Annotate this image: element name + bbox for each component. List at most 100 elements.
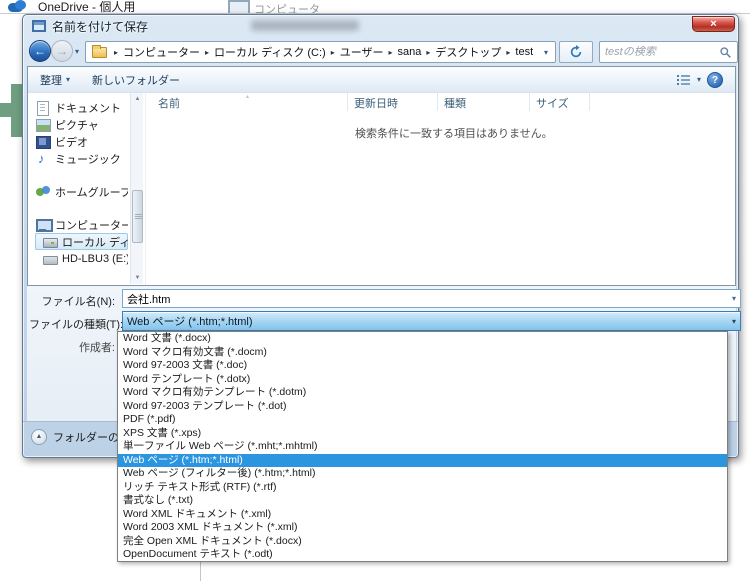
close-button[interactable]: ×	[692, 16, 735, 32]
dropdown-option[interactable]: Word テンプレート (*.dotx)	[118, 373, 727, 387]
new-folder-button[interactable]: 新しいフォルダー	[92, 72, 180, 88]
document-icon	[35, 101, 50, 115]
dropdown-option[interactable]: 完全 Open XML ドキュメント (*.docx)	[118, 535, 727, 549]
scroll-up-icon[interactable]: ▲	[131, 93, 144, 105]
file-type-combo[interactable]: Web ページ (*.htm;*.html) ▾	[122, 311, 741, 331]
pictures-icon	[35, 118, 50, 132]
sidebar-item[interactable]: ドキュメント	[28, 99, 128, 116]
background-onedrive-item: OneDrive - 個人用	[6, 0, 135, 13]
disk-icon	[42, 235, 57, 249]
sidebar-item[interactable]: ピクチャ	[28, 116, 128, 133]
help-icon[interactable]: ?	[707, 72, 723, 88]
browser-panel: 整理 ▾ 新しいフォルダー ▾ ? ドキュメント ピクチャ	[27, 66, 736, 286]
dialog-titlebar[interactable]: 名前を付けて保存	[23, 15, 738, 37]
view-mode-icon[interactable]	[677, 74, 691, 85]
breadcrumb-item[interactable]: ▸ コンピューター	[109, 44, 200, 60]
breadcrumb-item[interactable]: ▸ デスクトップ	[421, 44, 501, 60]
dropdown-option[interactable]: XPS 文書 (*.xps)	[118, 427, 727, 441]
breadcrumb-item[interactable]: ▸ sana	[384, 46, 422, 58]
column-header-row: 名前 更新日時 種類 サイズ	[146, 93, 735, 111]
folder-icon	[92, 47, 107, 58]
column-header[interactable]: 種類	[438, 93, 530, 111]
sidebar-item[interactable]: ホームグループ	[28, 183, 128, 200]
sidebar-item[interactable]: コンピューター	[28, 216, 128, 233]
file-list: 名前 更新日時 種類 サイズ ▴ 検索条件に一致する項目はありません。	[145, 93, 735, 285]
sidebar-item[interactable]: HD-LBU3 (E:)	[35, 250, 128, 267]
breadcrumb-item[interactable]: ▸ ローカル ディスク (C:)	[200, 44, 326, 60]
dropdown-option[interactable]: Word XML ドキュメント (*.xml)	[118, 508, 727, 522]
breadcrumb: ▸ コンピューター ▸ ローカル ディスク (C:) ▸ ユーザー ▸ sana	[109, 44, 533, 60]
computer-icon	[35, 218, 50, 232]
collapse-arrow-icon: ▲	[31, 429, 47, 445]
view-mode-caret-icon[interactable]: ▾	[697, 75, 701, 84]
refresh-button[interactable]	[559, 41, 593, 63]
file-name-input[interactable]	[123, 293, 728, 305]
video-icon	[35, 135, 50, 149]
dropdown-option[interactable]: Word マクロ有効テンプレート (*.dotm)	[118, 386, 727, 400]
file-name-field[interactable]: ▾	[122, 289, 741, 308]
breadcrumb-separator-icon: ▸	[426, 48, 430, 57]
dropdown-option[interactable]: Word 97-2003 文書 (*.doc)	[118, 359, 727, 373]
search-icon	[719, 46, 732, 59]
onedrive-cloud-icon	[6, 1, 30, 12]
dropdown-option[interactable]: 書式なし (*.txt)	[118, 494, 727, 508]
sidebar-item[interactable]: ミュージック	[28, 150, 128, 167]
screen: OneDrive - 個人用 コンピュータ 名前を付けて保存 × ← → ▾ ▸	[0, 0, 750, 581]
dialog-title: 名前を付けて保存	[52, 18, 148, 35]
back-button[interactable]: ←	[29, 40, 51, 62]
dropdown-option[interactable]: OpenDocument テキスト (*.odt)	[118, 548, 727, 562]
organize-button[interactable]: 整理 ▾	[40, 72, 70, 88]
drive-icon	[42, 252, 57, 266]
dropdown-option[interactable]: Word 文書 (*.docx)	[118, 332, 727, 346]
column-header[interactable]: 更新日時	[348, 93, 438, 111]
file-name-label: ファイル名(N):	[29, 293, 115, 309]
address-bar[interactable]: ▸ コンピューター ▸ ローカル ディスク (C:) ▸ ユーザー ▸ sana	[85, 41, 556, 63]
command-toolbar: 整理 ▾ 新しいフォルダー ▾ ?	[28, 67, 735, 93]
scroll-down-icon[interactable]: ▼	[131, 272, 144, 284]
forward-button[interactable]: →	[51, 40, 73, 62]
file-type-value: Web ページ (*.htm;*.html)	[123, 313, 253, 329]
dropdown-option[interactable]: リッチ テキスト形式 (RTF) (*.rtf)	[118, 481, 727, 495]
breadcrumb-separator-icon: ▸	[114, 48, 118, 57]
search-box[interactable]	[599, 41, 738, 63]
author-label: 作成者:	[29, 339, 115, 355]
breadcrumb-item[interactable]: ▸ test	[501, 46, 533, 58]
refresh-icon	[569, 45, 583, 59]
breadcrumb-separator-icon: ▸	[389, 48, 393, 57]
file-name-caret-icon[interactable]: ▾	[728, 294, 740, 303]
sidebar-item[interactable]: ビデオ	[28, 133, 128, 150]
breadcrumb-separator-icon: ▸	[205, 48, 209, 57]
sidebar-scrollbar[interactable]: ▲ ▼	[130, 93, 143, 284]
sort-indicator-icon: ▴	[246, 93, 249, 100]
empty-folder-message: 検索条件に一致する項目はありません。	[355, 125, 553, 141]
background-computer-item: コンピュータ	[228, 0, 320, 13]
dropdown-option[interactable]: Web ページ (フィルター後) (*.htm;*.html)	[118, 467, 727, 481]
organize-caret-icon: ▾	[66, 75, 70, 84]
background-computer-label: コンピュータ	[254, 0, 320, 13]
file-type-label: ファイルの種類(T):	[29, 316, 115, 332]
navigation-sidebar: ドキュメント ピクチャ ビデオ ミュージック ホームグループ	[28, 93, 144, 285]
music-icon	[35, 152, 50, 166]
column-header[interactable]: サイズ	[530, 93, 590, 111]
dropdown-option[interactable]: Web ページ (*.htm;*.html)	[118, 454, 727, 468]
recent-locations-caret-icon[interactable]: ▾	[75, 47, 79, 56]
glass-smudge	[251, 20, 359, 31]
file-type-caret-icon: ▾	[728, 317, 740, 326]
dropdown-option[interactable]: Word マクロ有効文書 (*.docm)	[118, 346, 727, 360]
dropdown-option[interactable]: PDF (*.pdf)	[118, 413, 727, 427]
breadcrumb-separator-icon: ▸	[331, 48, 335, 57]
file-type-dropdown-list: Word 文書 (*.docx) Word マクロ有効文書 (*.docm) W…	[117, 331, 728, 562]
homegroup-icon	[35, 185, 50, 199]
sidebar-item[interactable]: ローカル ディス	[35, 233, 128, 250]
breadcrumb-item[interactable]: ▸ ユーザー	[326, 44, 384, 60]
save-dialog-icon	[32, 20, 46, 32]
scrollbar-thumb[interactable]	[132, 190, 143, 243]
computer-monitor-icon	[228, 0, 248, 13]
address-dropdown-caret-icon[interactable]: ▾	[541, 48, 551, 57]
dropdown-option[interactable]: Word 97-2003 テンプレート (*.dot)	[118, 400, 727, 414]
search-input[interactable]	[605, 46, 719, 58]
breadcrumb-separator-icon: ▸	[506, 48, 510, 57]
address-row: ← → ▾ ▸ コンピューター ▸ ローカル ディスク (C:) ▸	[23, 37, 738, 66]
dropdown-option[interactable]: Word 2003 XML ドキュメント (*.xml)	[118, 521, 727, 535]
dropdown-option[interactable]: 単一ファイル Web ページ (*.mht;*.mhtml)	[118, 440, 727, 454]
